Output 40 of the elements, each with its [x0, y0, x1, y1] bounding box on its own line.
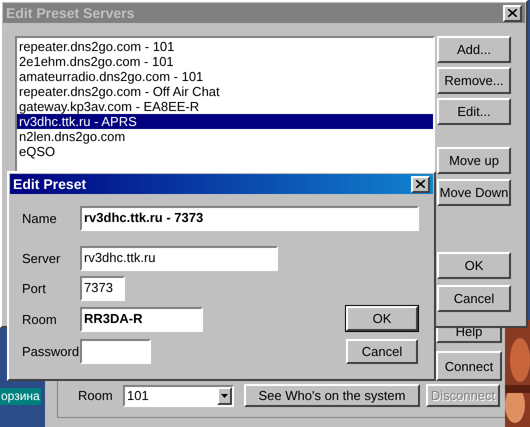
- desktop-icon-label[interactable]: орзина: [0, 388, 41, 405]
- close-button[interactable]: [411, 176, 430, 192]
- field-label: Password: [22, 342, 80, 361]
- list-item[interactable]: n2len.dns2go.com: [17, 129, 433, 144]
- button[interactable]: Move up: [437, 147, 511, 174]
- field-label: Room: [22, 310, 58, 329]
- field-label: Server: [22, 250, 62, 268]
- button[interactable]: Remove...: [437, 67, 511, 94]
- list-item[interactable]: amateurradio.dns2go.com - 101: [17, 69, 433, 84]
- caret-icon: [221, 394, 228, 398]
- list-item[interactable]: repeater.dns2go.com - 101: [17, 39, 433, 54]
- button[interactable]: Connect: [436, 351, 502, 381]
- button[interactable]: Add...: [437, 36, 511, 63]
- button[interactable]: OK: [437, 252, 511, 279]
- list-item[interactable]: repeater.dns2go.com - Off Air Chat: [17, 84, 433, 99]
- button[interactable]: Cancel: [346, 339, 418, 364]
- list-item[interactable]: 2e1ehm.dns2go.com - 101: [17, 54, 433, 69]
- list-item[interactable]: rv3dhc.ttk.ru - APRS: [17, 114, 433, 129]
- button[interactable]: Cancel: [437, 285, 511, 312]
- button[interactable]: See Who's on the system: [244, 384, 420, 407]
- dropdown-button[interactable]: [217, 386, 232, 404]
- input-field[interactable]: RR3DA-R: [80, 307, 203, 332]
- input-field[interactable]: 7373: [80, 276, 125, 301]
- close-icon: [508, 9, 517, 17]
- window-title: Edit Preset: [13, 174, 86, 194]
- list-item[interactable]: eQSO: [17, 144, 433, 159]
- input-field[interactable]: rv3dhc.ttk.ru: [80, 246, 278, 271]
- input-field[interactable]: [80, 339, 151, 364]
- list-item[interactable]: gateway.kp3av.com - EA8EE-R: [17, 99, 433, 114]
- close-icon: [416, 180, 425, 188]
- room-dropdown[interactable]: 101: [123, 384, 234, 406]
- room-label: Room: [78, 386, 114, 405]
- button[interactable]: Edit...: [437, 98, 511, 125]
- button[interactable]: OK: [346, 306, 418, 331]
- field-label: Port: [22, 280, 47, 298]
- field-label: Name: [22, 210, 58, 228]
- input-field[interactable]: rv3dhc.ttk.ru - 7373: [80, 206, 419, 231]
- window-title: Edit Preset Servers: [6, 4, 134, 22]
- button[interactable]: Move Down: [437, 179, 511, 206]
- close-button[interactable]: [503, 4, 522, 22]
